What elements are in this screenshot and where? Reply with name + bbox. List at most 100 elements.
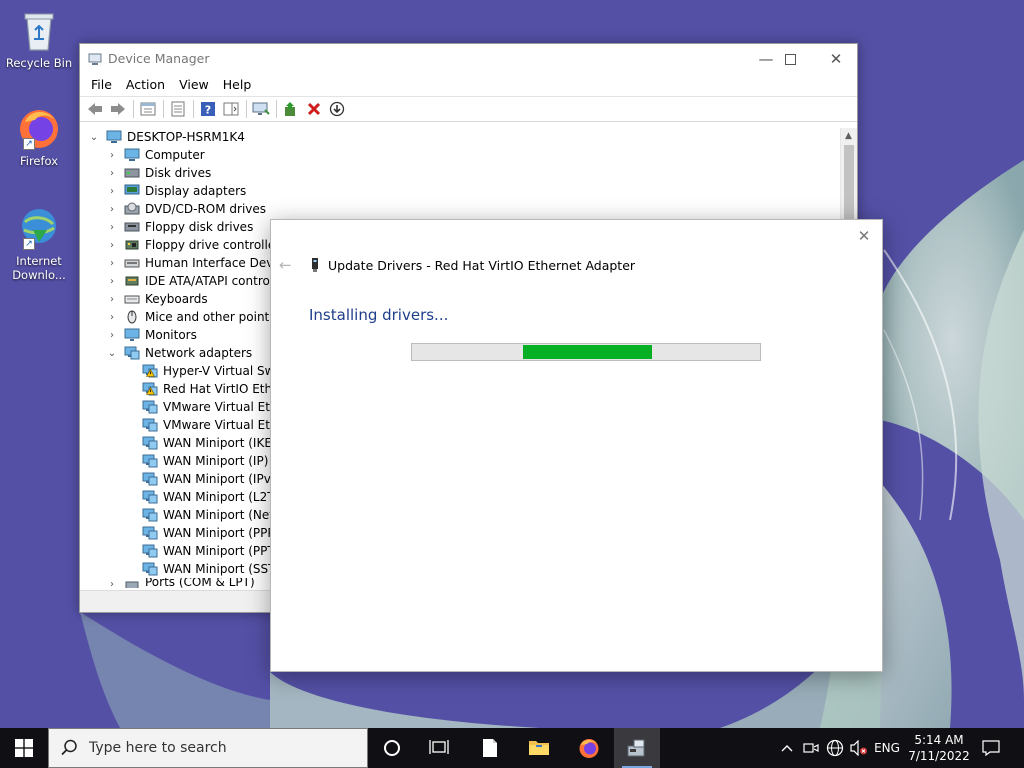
network-adapter-icon: [142, 399, 158, 415]
expand-arrow-icon[interactable]: ›: [106, 149, 118, 161]
forward-arrow-icon: [111, 103, 125, 115]
action-center-button[interactable]: [978, 728, 1004, 768]
tree-category[interactable]: › DVD/CD-ROM drives: [80, 200, 842, 218]
menu-action[interactable]: Action: [119, 74, 172, 96]
expand-arrow-icon[interactable]: ›: [106, 293, 118, 305]
action-pane-icon: [223, 102, 239, 116]
expand-arrow-icon[interactable]: ›: [106, 275, 118, 287]
tree-category[interactable]: › Display adapters: [80, 182, 842, 200]
title-bar[interactable]: Device Manager — ✕: [80, 44, 857, 74]
expand-arrow-icon[interactable]: ›: [106, 329, 118, 341]
action-pane-button[interactable]: [220, 98, 242, 120]
display-adapter-icon: [124, 183, 140, 199]
tree-category-label: Human Interface Device: [145, 256, 291, 270]
expand-arrow-icon[interactable]: ›: [106, 221, 118, 233]
tray-meet-now[interactable]: [800, 728, 822, 768]
expand-arrow-icon[interactable]: ›: [106, 311, 118, 323]
folder-icon: [529, 741, 549, 755]
disable-device-button[interactable]: [326, 98, 348, 120]
hid-icon: [124, 255, 140, 271]
update-driver-button[interactable]: [280, 98, 302, 120]
document-icon: [483, 739, 497, 757]
collapse-arrow-icon[interactable]: ⌄: [88, 131, 100, 143]
tree-category-label: Monitors: [145, 328, 197, 342]
network-adapter-icon: [124, 345, 140, 361]
menu-help[interactable]: Help: [216, 74, 259, 96]
tree-device-label: WAN Miniport (IKEv2: [163, 436, 287, 450]
tree-category-label: Network adapters: [145, 346, 253, 360]
tree-category[interactable]: › Computer: [80, 146, 842, 164]
desktop-icon-label: Firefox: [19, 154, 59, 168]
tree-category-label: Ports (COM & LPT): [145, 578, 255, 588]
video-camera-icon: [803, 743, 819, 753]
close-button[interactable]: ✕: [813, 44, 859, 74]
tree-device-label: WAN Miniport (PPTP: [163, 544, 282, 558]
show-hidden-icons-button[interactable]: [778, 728, 796, 768]
search-box[interactable]: Type here to search: [48, 728, 368, 768]
tray-volume[interactable]: [848, 728, 870, 768]
scan-hardware-button[interactable]: [250, 98, 272, 120]
collapse-arrow-icon[interactable]: ⌄: [106, 347, 118, 359]
desktop-icon-recycle-bin[interactable]: Recycle Bin: [4, 6, 74, 70]
tree-device-label: WAN Miniport (Netw: [163, 508, 284, 522]
forward-button[interactable]: [107, 98, 129, 120]
back-button[interactable]: [84, 98, 106, 120]
expand-arrow-icon[interactable]: ›: [106, 167, 118, 179]
taskbar-clock[interactable]: 5:14 AM 7/11/2022: [904, 732, 974, 764]
computer-icon: [106, 129, 122, 145]
help-icon: ?: [201, 102, 215, 117]
search-placeholder: Type here to search: [89, 740, 227, 756]
tree-category-label: Mice and other pointing: [145, 310, 288, 324]
task-view-button[interactable]: [416, 728, 462, 768]
view-button[interactable]: [167, 98, 189, 120]
expand-arrow-icon[interactable]: ›: [106, 239, 118, 251]
cortana-button[interactable]: [369, 728, 415, 768]
tree-category-label: Computer: [145, 148, 205, 162]
taskbar-firefox[interactable]: [566, 728, 612, 768]
task-view-icon: [429, 740, 449, 754]
dialog-back-button[interactable]: ←: [279, 256, 292, 274]
expand-arrow-icon[interactable]: ›: [106, 578, 118, 589]
internet-download-manager-icon: ↗: [15, 204, 63, 252]
desktop-icon-internet-download-manager[interactable]: ↗ Internet Downlo...: [4, 204, 74, 282]
maximize-button[interactable]: [767, 44, 813, 74]
uninstall-device-button[interactable]: [303, 98, 325, 120]
floppy-icon: [124, 219, 140, 235]
dialog-close-button[interactable]: ✕: [852, 224, 876, 248]
properties-button[interactable]: [137, 98, 159, 120]
tree-device-label: WAN Miniport (PPPC: [163, 526, 284, 540]
tree-device-label: WAN Miniport (IP): [163, 454, 269, 468]
menu-view[interactable]: View: [172, 74, 216, 96]
clock-time: 5:14 AM: [914, 733, 964, 747]
help-button[interactable]: ?: [197, 98, 219, 120]
tree-category-label: Keyboards: [145, 292, 208, 306]
computer-icon: [124, 147, 140, 163]
list-view-icon: [171, 101, 185, 117]
controller-icon: [124, 237, 140, 253]
taskbar-notepad[interactable]: [467, 728, 513, 768]
tree-category-label: Floppy drive controllers: [145, 238, 287, 252]
tree-category-label: DVD/CD-ROM drives: [145, 202, 267, 216]
desktop-icon-firefox[interactable]: ↗ Firefox: [4, 104, 74, 168]
mouse-icon: [124, 309, 140, 325]
tree-root[interactable]: ⌄ DESKTOP-HSRM1K4: [80, 128, 842, 146]
start-button[interactable]: [0, 728, 48, 768]
expand-arrow-icon[interactable]: ›: [106, 203, 118, 215]
expand-arrow-icon[interactable]: ›: [106, 257, 118, 269]
network-adapter-icon: [142, 543, 158, 559]
tree-device-label: WAN Miniport (SSTP: [163, 562, 283, 576]
tree-category[interactable]: › Disk drives: [80, 164, 842, 182]
network-adapter-warning-icon: [142, 363, 158, 379]
shortcut-arrow-icon: ↗: [23, 138, 35, 150]
tray-language[interactable]: ENG: [872, 728, 902, 768]
taskbar-file-explorer[interactable]: [516, 728, 562, 768]
dialog-title: Update Drivers - Red Hat VirtIO Ethernet…: [328, 258, 636, 273]
expand-arrow-icon[interactable]: ›: [106, 185, 118, 197]
tray-network[interactable]: [824, 728, 846, 768]
recycle-bin-icon: [15, 6, 63, 54]
tree-category-label: Floppy disk drives: [145, 220, 254, 234]
globe-network-icon: [826, 739, 844, 757]
taskbar-device-manager[interactable]: [614, 728, 660, 768]
menu-file[interactable]: File: [84, 74, 119, 96]
scroll-up-arrow-icon[interactable]: ▲: [845, 131, 852, 141]
